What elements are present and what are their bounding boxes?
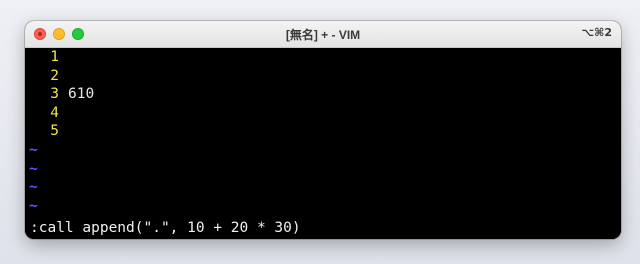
tilde-marker: ~ — [29, 197, 38, 214]
window-title: [無名] + - VIM — [285, 28, 361, 42]
tilde-marker: ~ — [29, 160, 38, 177]
empty-line-marker: ~ — [25, 141, 621, 160]
line-number: 2 — [50, 67, 59, 84]
tilde-marker: ~ — [29, 141, 38, 158]
line-number: 3 — [50, 86, 59, 103]
empty-line-marker: ~ — [25, 160, 621, 179]
desktop: [無名] + - VIM ⌥⌘2 1 2 3 610 4 5 ~ ~ ~ ~ :c… — [0, 0, 640, 264]
empty-line-marker: ~ — [25, 178, 621, 197]
buffer-line[interactable]: 5 — [25, 122, 621, 141]
buffer-line[interactable]: 2 — [25, 67, 621, 86]
empty-line-marker: ~ — [25, 197, 621, 216]
vim-window[interactable]: [無名] + - VIM ⌥⌘2 1 2 3 610 4 5 ~ ~ ~ ~ :c… — [25, 21, 621, 239]
line-text: 610 — [68, 86, 95, 103]
buffer-line[interactable]: 1 — [25, 48, 621, 67]
line-number: 4 — [50, 104, 59, 121]
title-bar[interactable]: [無名] + - VIM ⌥⌘2 — [25, 21, 621, 48]
buffer-line[interactable]: 3 610 — [25, 85, 621, 104]
command-line[interactable]: :call append(".", 10 + 20 * 30) — [30, 219, 301, 238]
editor-area[interactable]: 1 2 3 610 4 5 ~ ~ ~ ~ :call append(".", 1… — [25, 48, 621, 239]
tilde-marker: ~ — [29, 179, 38, 196]
buffer-line[interactable]: 4 — [25, 104, 621, 123]
window-shortcut: ⌥⌘2 — [581, 26, 612, 39]
line-number: 1 — [50, 49, 59, 65]
line-number: 5 — [50, 123, 59, 140]
